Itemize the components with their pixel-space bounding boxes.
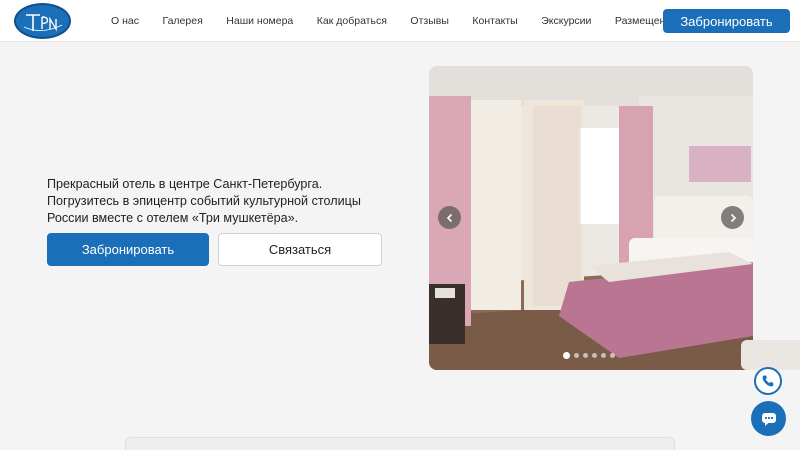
hero-description: Прекрасный отель в центре Санкт-Петербур… <box>47 177 361 225</box>
hero-contact-button[interactable]: Связаться <box>218 233 382 266</box>
nav-gallery[interactable]: Галерея <box>162 15 202 27</box>
slider-dot-4[interactable] <box>592 353 597 358</box>
nav-rooms[interactable]: Наши номера <box>226 15 293 27</box>
logo-icon <box>23 14 63 32</box>
header-book-button[interactable]: Забронировать <box>663 9 790 33</box>
chevron-right-icon <box>730 213 736 222</box>
room-photo <box>429 66 753 370</box>
nav-reviews[interactable]: Отзывы <box>410 15 448 27</box>
slider-dot-3[interactable] <box>583 353 588 358</box>
phone-icon <box>762 375 774 387</box>
nav-directions[interactable]: Как добраться <box>317 15 387 27</box>
chat-button[interactable] <box>751 401 786 436</box>
chat-icon <box>761 412 776 426</box>
chevron-left-icon <box>446 213 452 222</box>
room-photo-slider[interactable] <box>429 66 753 370</box>
slider-prev-button[interactable] <box>438 206 461 229</box>
main-nav: О нас Галерея Наши номера Как добраться … <box>100 0 730 42</box>
slider-dot-2[interactable] <box>574 353 579 358</box>
slider-dot-1[interactable] <box>563 352 570 359</box>
slider-pagination <box>563 352 619 359</box>
booking-form-panel <box>125 437 675 450</box>
next-slide-peek <box>741 340 800 370</box>
callback-button[interactable] <box>754 367 782 395</box>
slider-next-button[interactable] <box>721 206 744 229</box>
slider-dot-6[interactable] <box>610 353 615 358</box>
slider-dot-5[interactable] <box>601 353 606 358</box>
nav-excursions[interactable]: Экскурсии <box>541 15 591 27</box>
site-header: О нас Галерея Наши номера Как добраться … <box>0 0 800 42</box>
nav-contacts[interactable]: Контакты <box>472 15 517 27</box>
hero-book-button[interactable]: Забронировать <box>47 233 209 266</box>
hotel-logo[interactable] <box>14 3 71 39</box>
nav-about[interactable]: О нас <box>111 15 139 27</box>
